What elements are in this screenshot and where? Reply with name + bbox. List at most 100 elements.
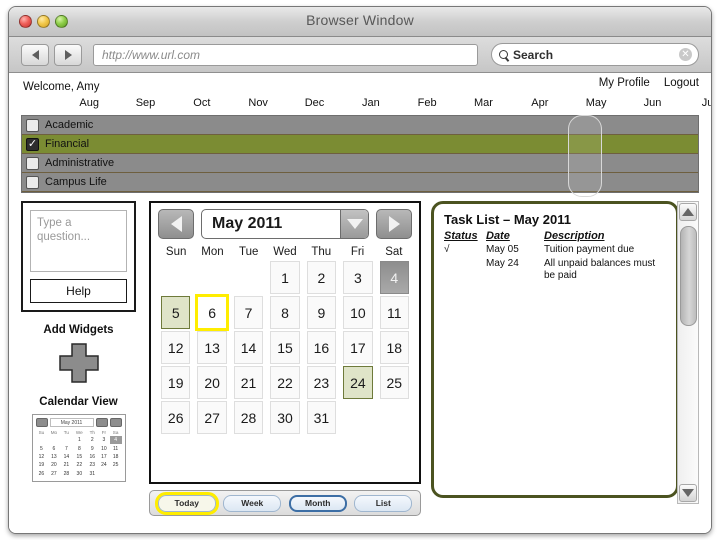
mini-next-icon[interactable] <box>109 418 122 427</box>
forward-button[interactable] <box>54 43 82 66</box>
view-button-month[interactable]: Month <box>288 494 347 512</box>
day-cell-12[interactable]: 12 <box>161 331 191 364</box>
day-cell-15[interactable]: 15 <box>270 331 300 364</box>
month-label-aug[interactable]: Aug <box>79 97 99 109</box>
mini-day-6[interactable]: 6 <box>47 444 60 452</box>
mini-day-24[interactable]: 24 <box>98 461 110 469</box>
day-cell-17[interactable]: 17 <box>343 331 373 364</box>
mini-day-17[interactable]: 17 <box>98 453 110 461</box>
mini-day-19[interactable]: 19 <box>36 461 48 469</box>
prev-month-button[interactable] <box>158 209 194 239</box>
administrative-checkbox[interactable] <box>26 156 39 170</box>
mini-day-5[interactable]: 5 <box>36 444 48 452</box>
day-cell-14[interactable]: 14 <box>233 331 264 364</box>
chevron-down-icon[interactable] <box>340 210 368 238</box>
day-cell-28[interactable]: 28 <box>233 401 264 434</box>
scroll-up-button[interactable] <box>679 203 697 221</box>
mini-day-31[interactable]: 31 <box>86 470 98 478</box>
day-cell-1[interactable]: 1 <box>270 261 300 294</box>
month-label-apr[interactable]: Apr <box>531 97 548 109</box>
vertical-scrollbar[interactable] <box>677 201 699 504</box>
day-cell-30[interactable]: 30 <box>270 401 300 434</box>
mini-day-16[interactable]: 16 <box>86 453 98 461</box>
day-cell-21[interactable]: 21 <box>233 366 264 399</box>
mini-day-27[interactable]: 27 <box>47 470 60 478</box>
month-select[interactable]: May 2011 <box>201 209 369 239</box>
day-cell-13[interactable]: 13 <box>197 331 227 364</box>
day-cell-18[interactable]: 18 <box>379 331 409 364</box>
mini-day-12[interactable]: 12 <box>36 453 48 461</box>
view-button-today[interactable]: Today <box>154 491 219 515</box>
mini-dropdown-icon[interactable] <box>95 418 108 427</box>
month-label-dec[interactable]: Dec <box>305 97 325 109</box>
day-cell-23[interactable]: 23 <box>306 366 337 399</box>
mini-day-20[interactable]: 20 <box>47 461 60 469</box>
category-row-campus-life[interactable]: Campus Life <box>22 173 698 192</box>
add-widgets-icon[interactable] <box>58 342 100 384</box>
view-button-week[interactable]: Week <box>223 494 282 512</box>
day-cell-20[interactable]: 20 <box>197 366 227 399</box>
month-label-nov[interactable]: Nov <box>248 97 268 109</box>
mini-day-14[interactable]: 14 <box>61 453 73 461</box>
month-label-jan[interactable]: Jan <box>362 97 380 109</box>
question-input[interactable]: Type a question... <box>30 210 127 272</box>
financial-checkbox[interactable]: ✓ <box>26 137 39 151</box>
my-profile-link[interactable]: My Profile <box>599 77 650 89</box>
mini-day-8[interactable]: 8 <box>72 444 86 452</box>
mini-day-9[interactable]: 9 <box>86 444 98 452</box>
mini-day-1[interactable]: 1 <box>72 436 86 444</box>
category-row-administrative[interactable]: Administrative <box>22 154 698 173</box>
day-cell-16[interactable]: 16 <box>306 331 337 364</box>
mini-day-11[interactable]: 11 <box>110 444 122 452</box>
day-cell-7[interactable]: 7 <box>233 296 264 329</box>
day-cell-25[interactable]: 25 <box>379 366 409 399</box>
day-cell-9[interactable]: 9 <box>306 296 337 329</box>
day-cell-2[interactable]: 2 <box>306 261 337 294</box>
day-cell-22[interactable]: 22 <box>270 366 300 399</box>
url-input[interactable]: http://www.url.com <box>93 43 478 66</box>
month-label-oct[interactable]: Oct <box>193 97 210 109</box>
day-cell-24[interactable]: 24 <box>343 366 373 399</box>
mini-day-23[interactable]: 23 <box>86 461 98 469</box>
clear-search-icon[interactable]: ✕ <box>679 48 692 61</box>
mini-day-15[interactable]: 15 <box>72 453 86 461</box>
month-label-sep[interactable]: Sep <box>136 97 156 109</box>
mini-day-13[interactable]: 13 <box>47 453 60 461</box>
month-label-jun[interactable]: Jun <box>644 97 662 109</box>
month-label-mar[interactable]: Mar <box>474 97 493 109</box>
task-row[interactable]: May 24 All unpaid balances must be paid <box>444 258 666 282</box>
mini-day-22[interactable]: 22 <box>72 461 86 469</box>
mini-day-7[interactable]: 7 <box>61 444 73 452</box>
day-cell-8[interactable]: 8 <box>270 296 300 329</box>
day-cell-6[interactable]: 6 <box>195 294 229 331</box>
scroll-down-button[interactable] <box>679 484 697 502</box>
mini-prev-icon[interactable] <box>35 418 48 427</box>
help-button[interactable]: Help <box>30 279 127 303</box>
category-row-financial[interactable]: ✓ Financial <box>22 135 698 154</box>
view-button-list[interactable]: List <box>354 494 413 512</box>
day-cell-5[interactable]: 5 <box>161 296 191 329</box>
campus-life-checkbox[interactable] <box>26 175 39 189</box>
search-input[interactable]: Search ✕ <box>491 43 699 66</box>
day-cell-26[interactable]: 26 <box>161 401 191 434</box>
day-cell-19[interactable]: 19 <box>161 366 191 399</box>
mini-day-3[interactable]: 3 <box>98 436 110 444</box>
mini-day-4[interactable]: 4 <box>109 436 122 445</box>
mini-calendar-thumbnail[interactable]: May 2011 Su Mo Tu We Th Fr Sa 1 2 3 4 5 6 7 8 9 10 11 12 1… <box>31 414 126 482</box>
day-cell-10[interactable]: 10 <box>343 296 373 329</box>
day-cell-3[interactable]: 3 <box>343 261 373 294</box>
mini-day-25[interactable]: 25 <box>110 461 122 469</box>
mini-day-21[interactable]: 21 <box>61 461 73 469</box>
next-month-button[interactable] <box>376 209 412 239</box>
mini-day-30[interactable]: 30 <box>72 470 86 478</box>
academic-checkbox[interactable] <box>26 118 39 132</box>
month-label-feb[interactable]: Feb <box>418 97 437 109</box>
day-cell-27[interactable]: 27 <box>197 401 227 434</box>
mini-day-18[interactable]: 18 <box>110 453 122 461</box>
day-cell-11[interactable]: 11 <box>379 296 409 329</box>
month-label-may[interactable]: May <box>586 97 607 109</box>
category-row-academic[interactable]: Academic <box>22 116 698 135</box>
back-button[interactable] <box>21 43 49 66</box>
task-row[interactable]: √ May 05 Tuition payment due <box>444 244 666 256</box>
day-cell-31[interactable]: 31 <box>306 401 337 434</box>
